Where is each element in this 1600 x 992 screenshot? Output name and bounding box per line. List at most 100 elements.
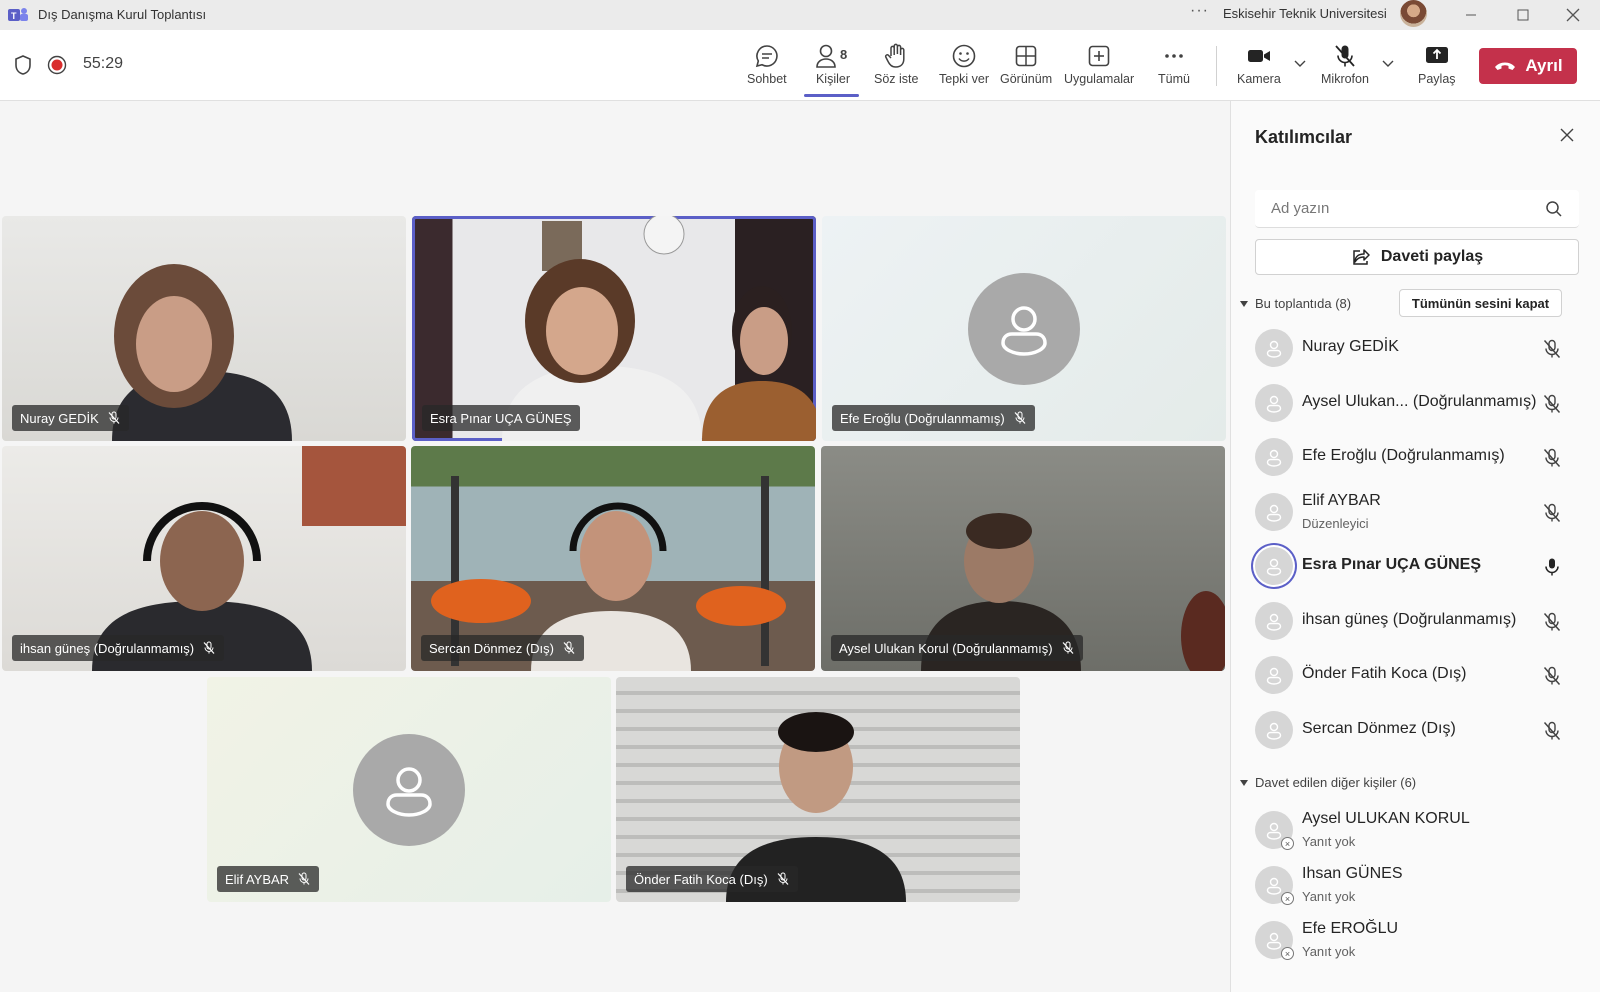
more-options-button[interactable]: ··· bbox=[1190, 2, 1209, 20]
participant-row[interactable]: ihsan güneş (Doğrulanmamış) bbox=[1255, 597, 1585, 647]
meeting-timer: 55:29 bbox=[83, 55, 124, 72]
video-tile[interactable]: Nuray GEDİK bbox=[2, 216, 406, 441]
mic-off-icon bbox=[298, 872, 310, 885]
participant-row[interactable]: Nuray GEDİK bbox=[1255, 324, 1585, 374]
mic-off-icon[interactable] bbox=[1541, 338, 1563, 360]
video-tile[interactable]: ihsan güneş (Doğrulanmamış) bbox=[2, 446, 406, 671]
view-button[interactable]: Görünüm bbox=[1000, 42, 1052, 86]
video-tile[interactable]: Elif AYBAR bbox=[207, 677, 611, 902]
avatar bbox=[968, 272, 1080, 385]
participant-row[interactable]: Sercan Dönmez (Dış) bbox=[1255, 706, 1585, 756]
invited-row[interactable]: × Efe EROĞLU Yanıt yok bbox=[1255, 916, 1585, 966]
invited-row[interactable]: × Aysel ULUKAN KORUL Yanıt yok bbox=[1255, 806, 1585, 856]
participant-row[interactable]: Önder Fatih Koca (Dış) bbox=[1255, 651, 1585, 701]
person-icon bbox=[1266, 449, 1282, 467]
declined-badge-icon: × bbox=[1281, 892, 1294, 905]
close-window-button[interactable] bbox=[1558, 4, 1588, 26]
people-button[interactable]: 8 Kişiler bbox=[813, 42, 853, 86]
video-tile[interactable]: Önder Fatih Koca (Dış) bbox=[616, 677, 1020, 902]
share-button[interactable]: Paylaş bbox=[1418, 42, 1456, 86]
video-tile[interactable]: Sercan Dönmez (Dış) bbox=[411, 446, 815, 671]
mic-off-icon[interactable] bbox=[1541, 393, 1563, 415]
chat-button[interactable]: Sohbet bbox=[747, 42, 787, 86]
participant-row[interactable]: Elif AYBAR Düzenleyici bbox=[1255, 488, 1585, 538]
mic-off-icon bbox=[563, 641, 575, 654]
search-icon bbox=[1546, 200, 1562, 217]
shield-icon[interactable] bbox=[13, 54, 33, 76]
mic-muted-indicator[interactable] bbox=[1541, 665, 1563, 692]
mic-off-icon bbox=[777, 872, 789, 885]
mic-muted-indicator[interactable] bbox=[1541, 611, 1563, 638]
tile-name: Esra Pınar UÇA GÜNEŞ bbox=[430, 410, 572, 426]
camera-button[interactable]: Kamera bbox=[1237, 42, 1281, 86]
share-invite-button[interactable]: Daveti paylaş bbox=[1255, 239, 1579, 275]
mic-off-icon[interactable] bbox=[1541, 611, 1563, 633]
react-label: Tepki ver bbox=[939, 72, 990, 86]
emoji-icon bbox=[952, 44, 976, 68]
video-tile-speaking[interactable]: Esra Pınar UÇA GÜNEŞ bbox=[412, 216, 816, 441]
more-actions-label: Tümü bbox=[1158, 72, 1190, 86]
mic-on-indicator[interactable] bbox=[1541, 556, 1563, 583]
participant-name: Esra Pınar UÇA GÜNEŞ bbox=[1302, 556, 1482, 573]
video-tile[interactable]: Aysel Ulukan Korul (Doğrulanmamış) bbox=[821, 446, 1225, 671]
avatar bbox=[1255, 711, 1293, 749]
mic-off-icon[interactable] bbox=[1541, 720, 1563, 742]
apps-button[interactable]: Uygulamalar bbox=[1064, 42, 1134, 86]
add-app-icon bbox=[1088, 45, 1110, 67]
people-count: 8 bbox=[840, 47, 848, 62]
active-tab-indicator bbox=[804, 94, 859, 97]
tile-name: Elif AYBAR bbox=[225, 871, 290, 887]
participant-name: Elif AYBAR bbox=[1302, 492, 1381, 509]
mic-muted-indicator[interactable] bbox=[1541, 447, 1563, 474]
in-meeting-section-toggle[interactable]: Bu toplantıda (8) bbox=[1239, 296, 1351, 311]
teams-logo-icon: T bbox=[8, 8, 28, 21]
search-placeholder: Ad yazın bbox=[1271, 200, 1330, 217]
avatar: × bbox=[1255, 921, 1294, 960]
participant-name: ihsan güneş (Doğrulanmamış) bbox=[1302, 611, 1517, 628]
participant-role: Düzenleyici bbox=[1302, 516, 1369, 531]
mic-muted-indicator[interactable] bbox=[1541, 502, 1563, 529]
search-input[interactable]: Ad yazın bbox=[1255, 190, 1579, 228]
mic-muted-indicator[interactable] bbox=[1541, 720, 1563, 747]
mic-off-icon[interactable] bbox=[1541, 502, 1563, 524]
person-icon bbox=[1266, 877, 1282, 895]
person-icon bbox=[1266, 395, 1282, 413]
raise-hand-icon bbox=[885, 43, 905, 68]
person-icon bbox=[1266, 722, 1282, 740]
raise-hand-button[interactable]: Söz iste bbox=[874, 42, 918, 86]
caret-down-icon bbox=[1240, 779, 1248, 786]
chat-icon bbox=[755, 45, 778, 68]
tile-name-label: Nuray GEDİK bbox=[12, 405, 129, 431]
people-icon bbox=[816, 44, 836, 68]
more-actions-button[interactable]: Tümü bbox=[1158, 42, 1190, 86]
mic-button[interactable]: Mikrofon bbox=[1321, 42, 1369, 86]
mic-muted-indicator[interactable] bbox=[1541, 338, 1563, 365]
react-button[interactable]: Tepki ver bbox=[939, 42, 989, 86]
participant-row[interactable]: Aysel Ulukan... (Doğrulanmamış) bbox=[1255, 379, 1585, 429]
tile-name-label: Aysel Ulukan Korul (Doğrulanmamış) bbox=[831, 635, 1083, 661]
participant-row[interactable]: Efe Eroğlu (Doğrulanmamış) bbox=[1255, 433, 1585, 483]
invited-row[interactable]: × Ihsan GÜNES Yanıt yok bbox=[1255, 861, 1585, 911]
video-tile[interactable]: Efe Eroğlu (Doğrulanmamış) bbox=[822, 216, 1226, 441]
organization-name[interactable]: Eskisehir Teknik Universitesi bbox=[1223, 6, 1387, 21]
leave-button[interactable]: Ayrıl bbox=[1479, 48, 1577, 84]
invited-section-toggle[interactable]: Davet edilen diğer kişiler (6) bbox=[1239, 775, 1416, 790]
raise-hand-label: Söz iste bbox=[874, 72, 919, 86]
avatar bbox=[1255, 602, 1293, 640]
mic-on-icon[interactable] bbox=[1541, 556, 1563, 578]
tile-name: Efe Eroğlu (Doğrulanmamış) bbox=[840, 410, 1005, 426]
invited-status: Yanıt yok bbox=[1302, 834, 1356, 849]
mute-all-button[interactable]: Tümünün sesini kapat bbox=[1399, 289, 1562, 317]
mic-options-chevron-icon[interactable] bbox=[1382, 59, 1394, 69]
minimize-button[interactable] bbox=[1456, 4, 1486, 26]
profile-avatar[interactable] bbox=[1400, 0, 1427, 27]
camera-options-chevron-icon[interactable] bbox=[1294, 59, 1306, 69]
participants-panel: Katılımcılar Ad yazın Daveti paylaş Bu t… bbox=[1230, 101, 1600, 992]
mic-off-icon[interactable] bbox=[1541, 665, 1563, 687]
close-icon[interactable] bbox=[1559, 127, 1575, 143]
mic-off-icon bbox=[1335, 45, 1355, 67]
mic-muted-indicator[interactable] bbox=[1541, 393, 1563, 420]
mic-off-icon[interactable] bbox=[1541, 447, 1563, 469]
participant-row[interactable]: Esra Pınar UÇA GÜNEŞ bbox=[1255, 542, 1585, 592]
maximize-button[interactable] bbox=[1508, 4, 1538, 26]
